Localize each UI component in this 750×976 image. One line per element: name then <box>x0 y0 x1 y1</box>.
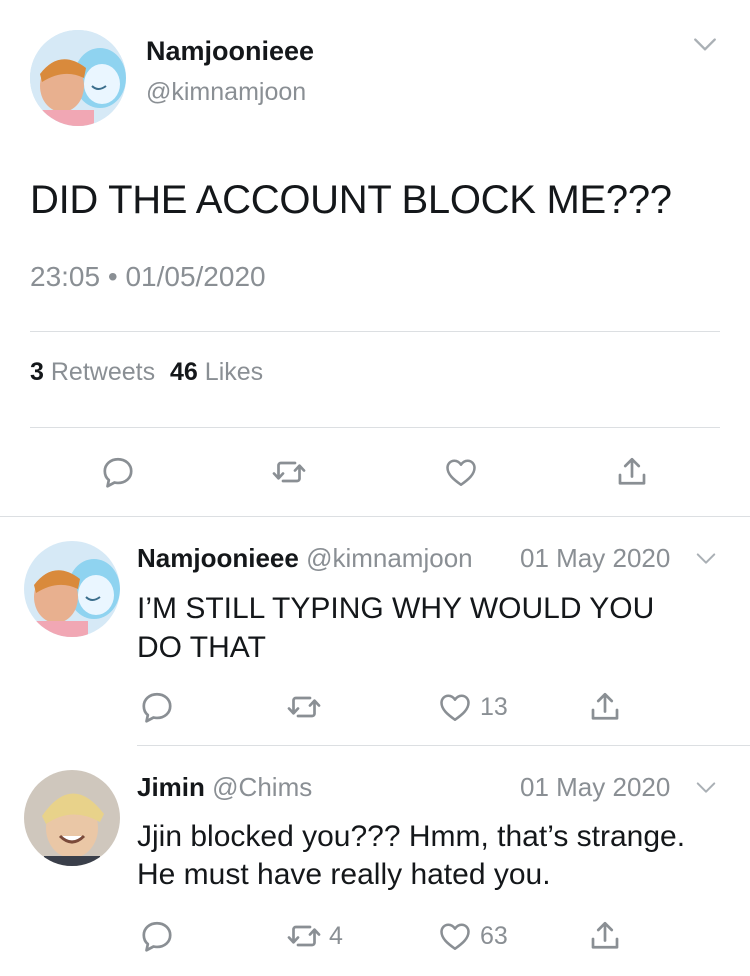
likes-stat[interactable]: 46 Likes <box>170 358 263 386</box>
like-icon[interactable] <box>442 454 480 490</box>
share-icon[interactable] <box>587 689 623 725</box>
retweet-icon[interactable] <box>285 689 323 725</box>
reply-text: Jjin blocked you??? Hmm, that’s strange.… <box>137 820 686 891</box>
retweet-action[interactable]: 4 <box>285 918 343 954</box>
share-icon[interactable] <box>614 454 650 490</box>
divider <box>0 516 750 517</box>
reply-date[interactable]: 01 May 2020 <box>520 543 670 574</box>
tweet-time: 23:05 <box>30 261 101 292</box>
retweets-stat[interactable]: 3 Retweets <box>30 358 162 386</box>
tweet-text: DID THE ACCOUNT BLOCK ME??? <box>30 178 672 222</box>
handle[interactable]: @kimnamjoon <box>306 543 473 573</box>
handle[interactable]: @kimnamjoon <box>146 78 306 107</box>
divider <box>30 427 720 428</box>
likes-count: 46 <box>170 358 198 386</box>
reply-icon[interactable] <box>139 689 175 725</box>
retweet-icon[interactable] <box>270 454 308 490</box>
retweets-count: 3 <box>30 358 44 386</box>
retweet-count: 4 <box>329 921 343 950</box>
retweets-label: Retweets <box>50 358 156 386</box>
divider <box>30 331 720 332</box>
like-count: 13 <box>480 692 508 721</box>
share-icon[interactable] <box>587 918 623 954</box>
avatar[interactable] <box>30 30 126 126</box>
tweet-date: 01/05/2020 <box>125 261 266 292</box>
like-icon[interactable] <box>436 918 474 954</box>
divider <box>137 745 750 746</box>
reply-icon[interactable] <box>139 918 175 954</box>
tweet-timestamp: 23:05 • 01/05/2020 <box>30 261 266 293</box>
timestamp-separator: • <box>107 261 118 292</box>
likes-label: Likes <box>204 358 264 386</box>
reply-icon[interactable] <box>100 454 136 490</box>
reply-header: Jimin @Chims <box>137 772 312 803</box>
chevron-down-icon[interactable] <box>693 548 719 570</box>
avatar[interactable] <box>24 770 120 866</box>
chevron-down-icon[interactable] <box>690 32 720 58</box>
like-action[interactable]: 13 <box>436 689 508 725</box>
reply-header: Namjoonieee @kimnamjoon <box>137 543 473 574</box>
tweet-stats: 3 Retweets 46 Likes <box>30 358 263 387</box>
like-count: 63 <box>480 921 508 950</box>
display-name[interactable]: Jimin <box>137 772 205 802</box>
retweet-action[interactable] <box>285 689 329 725</box>
display-name[interactable]: Namjoonieee <box>146 36 314 67</box>
reply-text: I’M STILL TYPING WHY WOULD YOU DO THAT <box>137 592 655 664</box>
avatar[interactable] <box>24 541 120 637</box>
like-action[interactable]: 63 <box>436 918 508 954</box>
reply-date[interactable]: 01 May 2020 <box>520 772 670 803</box>
retweet-icon[interactable] <box>285 918 323 954</box>
like-icon[interactable] <box>436 689 474 725</box>
chevron-down-icon[interactable] <box>693 777 719 799</box>
display-name[interactable]: Namjoonieee <box>137 543 299 573</box>
handle[interactable]: @Chims <box>212 772 312 802</box>
